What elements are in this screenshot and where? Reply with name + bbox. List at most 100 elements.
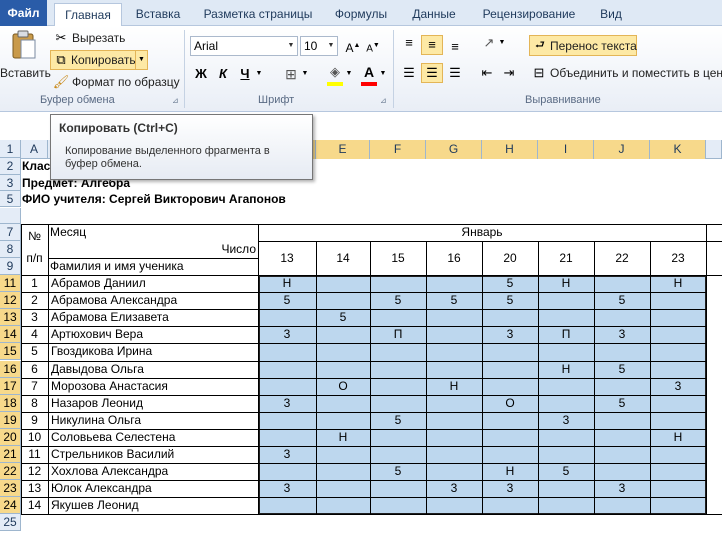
chevron-down-icon[interactable]: ▼	[344, 65, 354, 83]
mark-cell[interactable]	[316, 463, 370, 480]
mark-cell[interactable]: 3	[258, 395, 316, 412]
row-header[interactable]: 18	[0, 394, 21, 412]
mark-cell[interactable]	[482, 343, 538, 360]
mark-cell[interactable]	[426, 429, 482, 446]
row-header[interactable]: 16	[0, 360, 21, 378]
column-header[interactable]: K	[650, 140, 706, 159]
mark-cell[interactable]	[650, 361, 706, 378]
orientation-icon[interactable]: ↗	[480, 34, 498, 52]
mark-cell[interactable]	[594, 378, 650, 395]
italic-button[interactable]: К	[214, 65, 232, 83]
mark-cell[interactable]	[650, 463, 706, 480]
mark-cell[interactable]	[370, 480, 426, 497]
chevron-down-icon[interactable]: ▼	[254, 65, 264, 83]
day-cell[interactable]: 14	[316, 241, 370, 275]
tab-formulas[interactable]: Формулы	[327, 3, 395, 26]
column-header[interactable]: A	[21, 140, 48, 159]
align-left-icon[interactable]: ☰	[400, 64, 418, 82]
font-launcher-icon[interactable]: ⊿	[380, 96, 389, 105]
mark-cell[interactable]: 3	[258, 480, 316, 497]
borders-icon[interactable]: ⊞	[282, 65, 300, 83]
row-header[interactable]: 20	[0, 428, 21, 446]
mark-cell[interactable]	[426, 326, 482, 343]
mark-cell[interactable]: 3	[426, 480, 482, 497]
student-number[interactable]: 2	[21, 292, 48, 309]
row-header[interactable]: 14	[0, 326, 21, 344]
student-name[interactable]: Назаров Леонид	[51, 395, 257, 412]
row-header[interactable]: 17	[0, 377, 21, 395]
mark-cell[interactable]	[258, 412, 316, 429]
mark-cell[interactable]	[316, 343, 370, 360]
student-name[interactable]: Юлок Александра	[51, 480, 257, 497]
mark-cell[interactable]	[650, 309, 706, 326]
student-number[interactable]: 1	[21, 275, 48, 292]
student-number[interactable]: 10	[21, 429, 48, 446]
chevron-down-icon[interactable]: ▼	[497, 34, 507, 52]
mark-cell[interactable]: Н	[426, 378, 482, 395]
number-header[interactable]: №	[21, 228, 48, 244]
student-name[interactable]: Соловьева Селестена	[51, 429, 257, 446]
mark-cell[interactable]	[370, 446, 426, 463]
row-header[interactable]: 22	[0, 463, 21, 481]
mark-cell[interactable]	[426, 497, 482, 514]
mark-cell[interactable]	[650, 292, 706, 309]
row-header[interactable]: 3	[0, 175, 21, 191]
mark-cell[interactable]	[258, 343, 316, 360]
mark-cell[interactable]	[316, 361, 370, 378]
mark-cell[interactable]: О	[316, 378, 370, 395]
student-number[interactable]: 4	[21, 326, 48, 343]
merge-center-button[interactable]: ⊟ Объединить и поместить в центре	[530, 64, 722, 84]
day-cell[interactable]: 16	[426, 241, 482, 275]
mark-cell[interactable]	[650, 343, 706, 360]
row-header[interactable]: 15	[0, 343, 21, 361]
month-value[interactable]: Январь	[258, 224, 706, 241]
mark-cell[interactable]	[538, 309, 594, 326]
student-name[interactable]: Никулина Ольга	[51, 412, 257, 429]
chevron-down-icon[interactable]: ▼	[378, 65, 388, 83]
mark-cell[interactable]: 3	[482, 326, 538, 343]
day-cell[interactable]: 15	[370, 241, 426, 275]
format-painter-button[interactable]: 🖌 Формат по образцу	[52, 73, 182, 93]
align-middle-button[interactable]: ≡	[421, 35, 443, 55]
decrease-indent-icon[interactable]: ⇤	[478, 64, 496, 82]
bold-button[interactable]: Ж	[192, 65, 210, 83]
align-top-icon[interactable]: ≡	[400, 34, 418, 52]
fill-color-icon[interactable]: ◈	[326, 63, 344, 81]
student-number[interactable]: 8	[21, 395, 48, 412]
mark-cell[interactable]	[316, 497, 370, 514]
row-header[interactable]: 2	[0, 158, 21, 175]
cut-button[interactable]: ✂ Вырезать	[52, 28, 142, 48]
day-cell[interactable]: 23	[650, 241, 706, 275]
row-header[interactable]: 1	[0, 141, 21, 158]
tab-view[interactable]: Вид	[592, 3, 630, 26]
row-header[interactable]: 12	[0, 292, 21, 310]
row-header[interactable]: 8	[0, 241, 21, 258]
day-cell[interactable]: 22	[594, 241, 650, 275]
student-name[interactable]: Артюхович Вера	[51, 326, 257, 343]
row-header[interactable]: 9	[0, 258, 21, 275]
mark-cell[interactable]	[370, 395, 426, 412]
column-header[interactable]: G	[426, 140, 482, 159]
mark-cell[interactable]	[482, 446, 538, 463]
mark-cell[interactable]	[258, 429, 316, 446]
day-cell[interactable]: 20	[482, 241, 538, 275]
mark-cell[interactable]: 5	[594, 292, 650, 309]
mark-cell[interactable]	[594, 309, 650, 326]
pp-header[interactable]: п/п	[21, 250, 48, 266]
student-name[interactable]: Хохлова Александра	[51, 463, 257, 480]
student-number[interactable]: 7	[21, 378, 48, 395]
student-number[interactable]: 5	[21, 343, 48, 360]
student-number[interactable]: 12	[21, 463, 48, 480]
student-name[interactable]: Стрельников Василий	[51, 446, 257, 463]
mark-cell[interactable]: 5	[316, 309, 370, 326]
mark-cell[interactable]	[258, 463, 316, 480]
mark-cell[interactable]	[426, 275, 482, 292]
row-header[interactable]: 24	[0, 497, 21, 515]
mark-cell[interactable]	[258, 497, 316, 514]
mark-cell[interactable]	[482, 497, 538, 514]
align-bottom-icon[interactable]: ≡	[446, 38, 464, 56]
mark-cell[interactable]: 5	[538, 463, 594, 480]
mark-cell[interactable]: 3	[538, 412, 594, 429]
student-name[interactable]: Абрамов Даниил	[51, 275, 257, 292]
mark-cell[interactable]	[316, 412, 370, 429]
